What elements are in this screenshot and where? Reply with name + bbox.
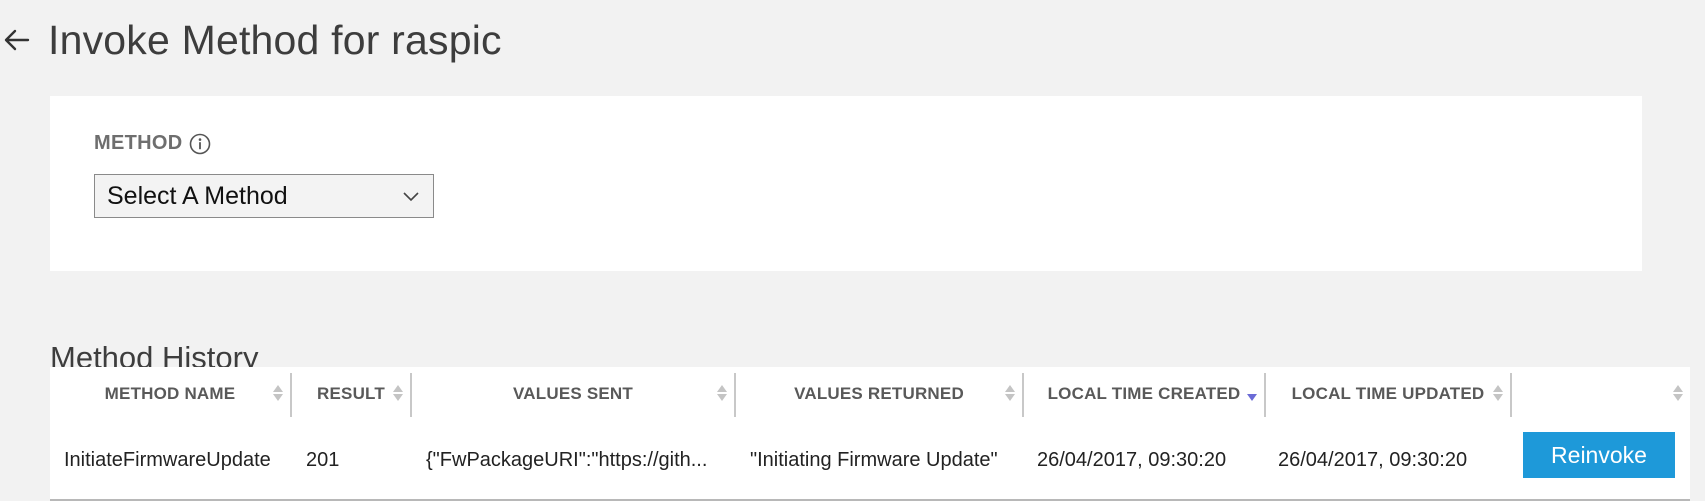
back-button[interactable] [0, 10, 34, 70]
column-header-result[interactable]: RESULT [292, 367, 410, 421]
cell-result: 201 [306, 448, 340, 471]
method-select[interactable]: Select A Method [94, 174, 434, 218]
column-label: LOCAL TIME CREATED [1047, 384, 1241, 403]
chevron-down-icon [403, 192, 419, 202]
column-header-local-time-created[interactable]: LOCAL TIME CREATED [1024, 367, 1264, 421]
cell-values-sent: {"FwPackageURI":"https://gith... [426, 448, 708, 471]
cell-values-returned: "Initiating Firmware Update" [750, 448, 998, 471]
sort-descending-icon [1247, 394, 1257, 401]
column-label: RESULT [317, 384, 385, 403]
column-label: VALUES RETURNED [794, 384, 964, 403]
method-label: METHOD [94, 132, 183, 154]
sort-icon [1673, 385, 1683, 401]
column-header-values-sent[interactable]: VALUES SENT [412, 367, 734, 421]
method-select-value: Select A Method [107, 181, 288, 210]
column-label: VALUES SENT [513, 384, 633, 403]
sort-icon [273, 385, 283, 401]
reinvoke-button[interactable]: Reinvoke [1523, 432, 1675, 478]
column-label: LOCAL TIME UPDATED [1291, 384, 1485, 403]
table-header: METHOD NAME RESULT VALUES SENT VALUES RE… [50, 367, 1690, 421]
sort-icon [1005, 385, 1015, 401]
cell-local-time-created: 26/04/2017, 09:30:20 [1037, 448, 1227, 471]
column-header-actions[interactable] [1512, 367, 1690, 421]
method-history-table: METHOD NAME RESULT VALUES SENT VALUES RE… [50, 367, 1690, 501]
sort-icon [1493, 385, 1503, 401]
column-header-values-returned[interactable]: VALUES RETURNED [736, 367, 1022, 421]
sort-icon [393, 385, 403, 401]
cell-method-name: InitiateFirmwareUpdate [64, 448, 271, 471]
cell-local-time-updated: 26/04/2017, 09:30:20 [1278, 448, 1468, 471]
table-row: InitiateFirmwareUpdate 201 {"FwPackageUR… [50, 421, 1690, 501]
column-label: METHOD NAME [104, 384, 236, 403]
page-header: Invoke Method for raspic [0, 10, 502, 70]
sort-icon [717, 385, 727, 401]
arrow-left-icon [4, 29, 30, 51]
column-header-local-time-updated[interactable]: LOCAL TIME UPDATED [1266, 367, 1510, 421]
info-icon[interactable] [189, 133, 211, 155]
method-panel: METHOD Select A Method [50, 96, 1642, 271]
column-header-method-name[interactable]: METHOD NAME [50, 367, 290, 421]
page-title: Invoke Method for raspic [48, 16, 502, 63]
